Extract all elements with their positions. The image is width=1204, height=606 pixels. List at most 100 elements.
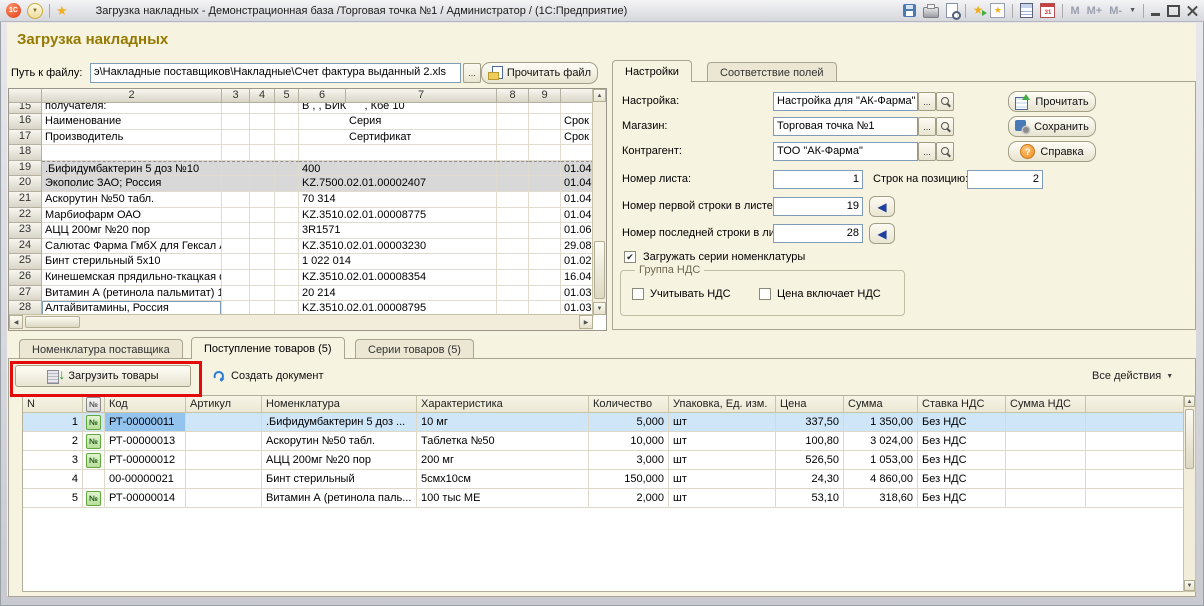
sheet-cell[interactable] — [275, 114, 299, 130]
col-header-code[interactable]: Код — [105, 396, 186, 413]
code-cell[interactable]: РТ-00000012 — [105, 451, 186, 470]
sheet-cell[interactable] — [275, 161, 299, 177]
characteristic-cell[interactable]: 200 мг — [417, 451, 589, 470]
sheet-cell[interactable] — [250, 239, 275, 255]
sheet-cell[interactable] — [529, 286, 561, 302]
scroll-up-icon[interactable]: ▲ — [1184, 396, 1195, 407]
sheet-cell[interactable] — [250, 192, 275, 208]
sheet-cell[interactable] — [222, 254, 250, 270]
scroll-down-icon[interactable]: ▼ — [593, 302, 606, 315]
store-search-button[interactable] — [936, 117, 954, 136]
pick-last-row-button[interactable]: ◀ — [869, 223, 895, 244]
articul-cell[interactable] — [186, 470, 262, 489]
sheet-col-header[interactable]: 9 — [529, 89, 561, 103]
file-path-input[interactable]: э\Накладные поставщиков\Накладные\Счет ф… — [90, 63, 461, 83]
setting-input[interactable]: Настройка для "АК-Фарма" — [773, 92, 918, 111]
scroll-thumb[interactable] — [594, 241, 605, 299]
code-cell[interactable]: 00-00000021 — [105, 470, 186, 489]
tab-goods-receipt[interactable]: Поступление товаров (5) — [191, 337, 345, 359]
sheet-row-header[interactable]: 18 — [9, 145, 42, 161]
sheet-cell[interactable]: 400 — [299, 161, 497, 177]
sheet-cell[interactable] — [529, 130, 561, 146]
sheet-row[interactable]: 24 Салютас Фарма ГмбХ для Гексал АГ (Гер… — [9, 239, 594, 255]
price-cell[interactable]: 100,80 — [776, 432, 844, 451]
sheet-col-header[interactable]: 3 — [222, 89, 250, 103]
sheet-row-header[interactable]: 20 — [9, 176, 42, 192]
code-cell[interactable]: РТ-00000013 — [105, 432, 186, 451]
sheet-cell[interactable] — [275, 286, 299, 302]
maximize-button[interactable] — [1167, 5, 1180, 17]
sheet-cell[interactable] — [497, 239, 529, 255]
rows-per-position-input[interactable]: 2 — [967, 170, 1043, 189]
scroll-down-icon[interactable]: ▼ — [1184, 580, 1195, 591]
sheet-col-header[interactable]: 8 — [497, 89, 529, 103]
sheet-cell[interactable] — [222, 223, 250, 239]
col-header-nomenclature[interactable]: Номенклатура — [262, 396, 417, 413]
sheet-cell[interactable] — [42, 145, 222, 161]
contractor-input[interactable]: ТОО "АК-Фарма" — [773, 142, 918, 161]
goods-row[interactable]: 4 00-00000021 Бинт стерильный 5смх10см 1… — [23, 470, 1184, 489]
sheet-cell[interactable] — [529, 103, 561, 114]
col-header-vat-sum[interactable]: Сумма НДС — [1006, 396, 1086, 413]
sheet-cell[interactable]: получателя: — [42, 103, 222, 114]
sheet-row-header[interactable]: 26 — [9, 270, 42, 286]
unit-cell[interactable]: шт — [669, 470, 776, 489]
sheet-cell[interactable] — [497, 286, 529, 302]
sheet-cell[interactable] — [222, 192, 250, 208]
sheet-cell[interactable] — [497, 254, 529, 270]
characteristic-cell[interactable]: Таблетка №50 — [417, 432, 589, 451]
articul-cell[interactable] — [186, 432, 262, 451]
unit-cell[interactable]: шт — [669, 489, 776, 508]
add-favorite-icon[interactable]: ★ — [973, 4, 984, 17]
series-flag[interactable]: № — [83, 451, 105, 470]
calculator-icon[interactable] — [1020, 3, 1033, 18]
vat-sum-cell[interactable] — [1006, 451, 1086, 470]
articul-cell[interactable] — [186, 451, 262, 470]
code-cell[interactable]: РТ-00000011 — [105, 413, 186, 432]
unit-cell[interactable]: шт — [669, 413, 776, 432]
close-button[interactable] — [1187, 5, 1198, 16]
sheet-cell[interactable] — [222, 103, 250, 114]
series-flag[interactable] — [83, 470, 105, 489]
goods-row[interactable]: 3 № РТ-00000012 АЦЦ 200мг №20 пор 200 мг… — [23, 451, 1184, 470]
sheet-cell[interactable] — [250, 254, 275, 270]
sheet-cell[interactable]: 01.02 — [561, 254, 594, 270]
sheet-horizontal-scrollbar[interactable]: ◀ ▶ — [9, 314, 593, 330]
all-actions-button[interactable]: Все действия ▼ — [1092, 370, 1173, 382]
quantity-cell[interactable]: 5,000 — [589, 413, 669, 432]
sheet-cell[interactable] — [561, 103, 594, 114]
sum-cell[interactable]: 4 860,00 — [844, 470, 918, 489]
nomenclature-cell[interactable]: Бинт стерильный — [262, 470, 417, 489]
vat-rate-cell[interactable]: Без НДС — [918, 470, 1006, 489]
sheet-row[interactable]: 20 Экополис ЗАО; Россия KZ.7500.02.01.00… — [9, 176, 594, 192]
sheet-cell[interactable] — [529, 223, 561, 239]
sheet-row-header[interactable]: 21 — [9, 192, 42, 208]
sheet-cell[interactable] — [222, 270, 250, 286]
sheet-corner-cell[interactable] — [9, 89, 42, 103]
vat-rate-cell[interactable]: Без НДС — [918, 489, 1006, 508]
read-settings-button[interactable]: Прочитать — [1008, 91, 1096, 112]
1c-logo-icon[interactable]: 1С — [6, 3, 21, 18]
sheet-cell[interactable]: KZ.3510.02.01.00008775 — [299, 208, 497, 224]
sheet-cell[interactable] — [275, 176, 299, 192]
nomenclature-cell[interactable]: Витамин А (ретинола паль... — [262, 489, 417, 508]
sheet-cell[interactable]: 01.04 — [561, 161, 594, 177]
sheet-cell[interactable]: Срок — [561, 114, 594, 130]
sheet-cell[interactable] — [250, 223, 275, 239]
sheet-cell[interactable]: Марбиофарм ОАО — [42, 208, 222, 224]
sheet-cell[interactable] — [275, 145, 299, 161]
sheet-cell[interactable]: .Бифидумбактерин 5 доз №10 — [42, 161, 222, 177]
quantity-cell[interactable]: 2,000 — [589, 489, 669, 508]
memory-mminus-button[interactable]: M- — [1109, 5, 1122, 17]
quantity-cell[interactable]: 3,000 — [589, 451, 669, 470]
sheet-cell[interactable]: Производитель — [42, 130, 222, 146]
sheet-cell[interactable] — [529, 161, 561, 177]
sheet-cell[interactable] — [222, 286, 250, 302]
file-browse-button[interactable]: ... — [463, 63, 481, 83]
articul-cell[interactable] — [186, 413, 262, 432]
sheet-cell[interactable] — [529, 192, 561, 208]
sheet-cell[interactable] — [222, 161, 250, 177]
sheet-cell[interactable] — [529, 254, 561, 270]
sheet-row[interactable]: 21 Аскорутин №50 табл. 70 314 01.04 — [9, 192, 594, 208]
scroll-right-icon[interactable]: ▶ — [579, 315, 593, 329]
